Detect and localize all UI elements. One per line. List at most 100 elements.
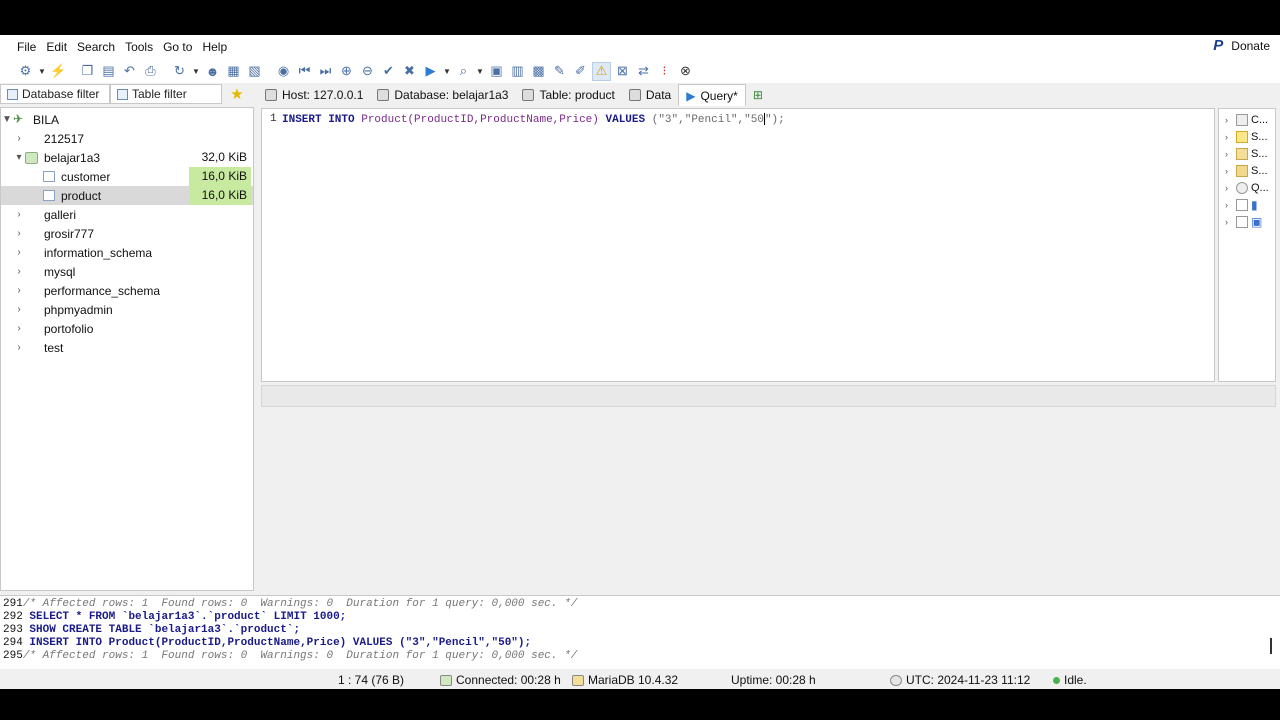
chevron-right-icon[interactable]: ›	[13, 323, 25, 334]
search-icon[interactable]: ⌕	[454, 62, 473, 81]
explain-icon[interactable]: ⊠	[613, 62, 632, 81]
delete-row-icon[interactable]: ⊖	[358, 62, 377, 81]
database-filter-input[interactable]: Database filter	[0, 84, 110, 104]
tree-item-customer[interactable]: customer 16,0 KiB	[1, 167, 253, 186]
chevron-right-icon[interactable]: ›	[1225, 183, 1233, 193]
editor-code-line[interactable]: INSERT INTO Product(ProductID,ProductNam…	[282, 113, 785, 126]
helper-item-snippets[interactable]: › S...	[1225, 162, 1277, 179]
sql-editor[interactable]: 1 INSERT INTO Product(ProductID,ProductN…	[261, 108, 1215, 382]
reformat-icon[interactable]: ⇄	[634, 62, 653, 81]
connect-dropdown-icon[interactable]: ▼	[37, 62, 47, 81]
log-line: 293 SHOW CREATE TABLE `belajar1a3`.`prod…	[3, 624, 300, 637]
more-icon[interactable]: ⁝	[655, 62, 674, 81]
chevron-right-icon[interactable]: ›	[13, 342, 25, 353]
tree-item-product[interactable]: product 16,0 KiB	[1, 186, 253, 205]
checkbox[interactable]	[1236, 198, 1248, 211]
tree-item-information-schema[interactable]: › information_schema	[1, 243, 253, 262]
database-icon	[25, 209, 38, 221]
tree-item-mysql[interactable]: › mysql	[1, 262, 253, 281]
chevron-right-icon[interactable]: ›	[13, 133, 25, 144]
menu-tools[interactable]: Tools	[120, 35, 158, 59]
donate-button[interactable]: P Donate	[1213, 38, 1270, 54]
tree-item-212517[interactable]: › 212517	[1, 129, 253, 148]
chevron-right-icon[interactable]: ›	[13, 247, 25, 258]
chevron-right-icon[interactable]: ›	[13, 209, 25, 220]
chevron-right-icon[interactable]: ›	[1225, 166, 1233, 176]
run-dropdown-icon[interactable]: ▼	[442, 62, 452, 81]
tree-item-label: 212517	[44, 131, 85, 146]
query-helper-icon[interactable]: ✎	[550, 62, 569, 81]
undo-icon[interactable]: ↶	[120, 62, 139, 81]
key-icon	[1236, 147, 1248, 160]
add-query-tab-button[interactable]: ⊞	[746, 84, 770, 106]
tab-database[interactable]: Database: belajar1a3	[370, 84, 515, 106]
tree-item-test[interactable]: › test	[1, 338, 253, 357]
chevron-down-icon[interactable]: ▾	[13, 152, 25, 163]
connect-icon[interactable]: ⚙	[16, 62, 35, 81]
menu-help[interactable]: Help	[197, 35, 232, 59]
tree-item-belajar1a3[interactable]: ▾ belajar1a3 32,0 KiB	[1, 148, 253, 167]
post-icon[interactable]: ✔	[379, 62, 398, 81]
log-line-number: 293	[3, 624, 23, 636]
checkbox[interactable]	[1236, 215, 1248, 228]
close-icon[interactable]: ⊗	[676, 62, 695, 81]
save-icon[interactable]: ▣	[487, 62, 506, 81]
chevron-right-icon[interactable]: ›	[1225, 115, 1233, 125]
warning-icon[interactable]: ⚠	[592, 61, 611, 81]
tab-table[interactable]: Table: product	[515, 84, 621, 106]
log-scrollbar-thumb[interactable]	[1270, 638, 1272, 654]
user-manager-icon[interactable]: ☻	[203, 62, 222, 81]
table-filter-input[interactable]: Table filter	[110, 84, 222, 104]
chevron-right-icon[interactable]: ›	[1225, 200, 1233, 210]
chevron-right-icon[interactable]: ›	[1225, 132, 1233, 142]
favorites-star-icon[interactable]: ★	[228, 85, 246, 103]
insert-row-icon[interactable]: ⊕	[337, 62, 356, 81]
chevron-right-icon[interactable]: ›	[13, 304, 25, 315]
chevron-right-icon[interactable]: ›	[1225, 217, 1233, 227]
top-black-bar	[0, 0, 1280, 35]
tree-item-grosir777[interactable]: › grosir777	[1, 224, 253, 243]
chevron-right-icon[interactable]: ›	[13, 266, 25, 277]
helper-item-sql-keywords[interactable]: › S...	[1225, 145, 1277, 162]
menu-edit[interactable]: Edit	[41, 35, 72, 59]
tree-item-performance-schema[interactable]: › performance_schema	[1, 281, 253, 300]
menu-file[interactable]: File	[12, 35, 41, 59]
editor-result-splitter[interactable]	[261, 385, 1276, 407]
cancel-icon[interactable]: ✖	[400, 62, 419, 81]
tree-item-phpmyadmin[interactable]: › phpmyadmin	[1, 300, 253, 319]
tab-query[interactable]: ▶ Query*	[678, 84, 746, 106]
menu-goto[interactable]: Go to	[158, 35, 197, 59]
helper-item-profiling[interactable]: › ▮	[1225, 196, 1277, 213]
tab-host[interactable]: Host: 127.0.0.1	[258, 84, 370, 106]
print-icon[interactable]: ⎙	[141, 62, 160, 81]
helper-item-sql-functions[interactable]: › S...	[1225, 128, 1277, 145]
edit-icon[interactable]: ✐	[571, 62, 590, 81]
sql-log[interactable]: 291/* Affected rows: 1 Found rows: 0 War…	[0, 595, 1280, 669]
paste-icon[interactable]: ▤	[99, 62, 118, 81]
chevron-down-icon[interactable]: ▼	[1, 114, 13, 125]
tree-item-portofolio[interactable]: › portofolio	[1, 319, 253, 338]
load-sql-icon[interactable]: ▩	[529, 62, 548, 81]
save-as-icon[interactable]: ▥	[508, 62, 527, 81]
last-record-icon[interactable]: ⏭	[316, 62, 335, 81]
refresh-dropdown-icon[interactable]: ▼	[191, 62, 201, 81]
chevron-right-icon[interactable]: ›	[1225, 149, 1233, 159]
run-query-icon[interactable]: ▶	[421, 62, 440, 81]
search-dropdown-icon[interactable]: ▼	[475, 62, 485, 81]
first-record-icon[interactable]: ⏮	[295, 62, 314, 81]
tree-item-galleri[interactable]: › galleri	[1, 205, 253, 224]
helper-item-bind-params[interactable]: › ▣	[1225, 213, 1277, 230]
chevron-right-icon[interactable]: ›	[13, 285, 25, 296]
info-icon[interactable]: ◉	[274, 62, 293, 81]
refresh-icon[interactable]: ↻	[170, 62, 189, 81]
helper-item-columns[interactable]: › C...	[1225, 111, 1277, 128]
copy-icon[interactable]: ❐	[78, 62, 97, 81]
disconnect-icon[interactable]: ⚡	[49, 62, 68, 81]
tree-root[interactable]: ▼ ✈ BILA	[1, 110, 253, 129]
export-icon[interactable]: ▦	[224, 62, 243, 81]
helper-item-query-history[interactable]: › Q...	[1225, 179, 1277, 196]
import-icon[interactable]: ▧	[245, 62, 264, 81]
menu-search[interactable]: Search	[72, 35, 120, 59]
chevron-right-icon[interactable]: ›	[13, 228, 25, 239]
tab-data[interactable]: Data	[622, 84, 678, 106]
